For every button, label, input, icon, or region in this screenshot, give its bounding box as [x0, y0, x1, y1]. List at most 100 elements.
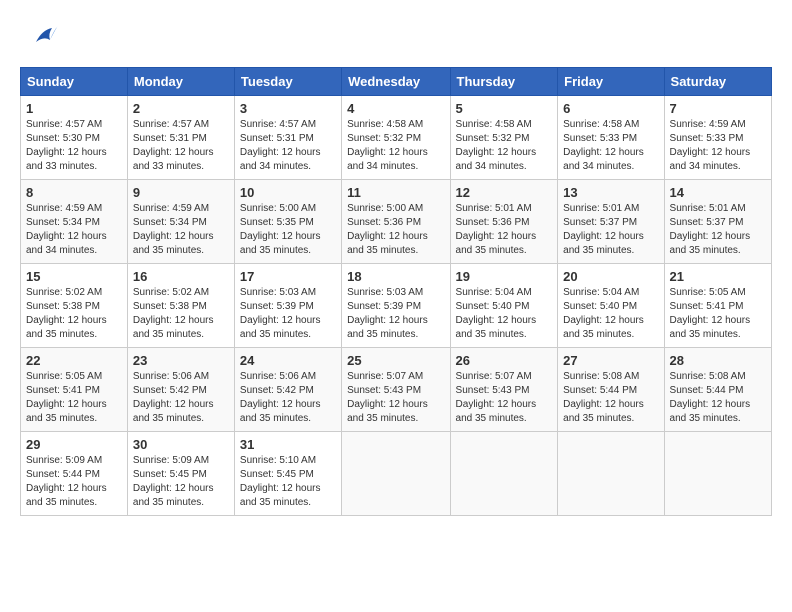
- day-number: 15: [26, 269, 122, 284]
- day-number: 14: [670, 185, 766, 200]
- calendar-cell: 27 Sunrise: 5:08 AMSunset: 5:44 PMDaylig…: [558, 348, 664, 432]
- day-info: Sunrise: 5:05 AMSunset: 5:41 PMDaylight:…: [26, 371, 107, 424]
- calendar-cell: 6 Sunrise: 4:58 AMSunset: 5:33 PMDayligh…: [558, 96, 664, 180]
- calendar-cell: 1 Sunrise: 4:57 AMSunset: 5:30 PMDayligh…: [21, 96, 128, 180]
- day-number: 8: [26, 185, 122, 200]
- day-number: 17: [240, 269, 336, 284]
- weekday-header-thursday: Thursday: [450, 68, 558, 96]
- day-number: 21: [670, 269, 766, 284]
- calendar-cell: 3 Sunrise: 4:57 AMSunset: 5:31 PMDayligh…: [234, 96, 341, 180]
- calendar-cell: 10 Sunrise: 5:00 AMSunset: 5:35 PMDaylig…: [234, 180, 341, 264]
- day-number: 11: [347, 185, 444, 200]
- day-number: 6: [563, 101, 658, 116]
- weekday-header-wednesday: Wednesday: [342, 68, 450, 96]
- day-info: Sunrise: 5:05 AMSunset: 5:41 PMDaylight:…: [670, 287, 751, 340]
- day-number: 3: [240, 101, 336, 116]
- day-number: 10: [240, 185, 336, 200]
- calendar-cell: 26 Sunrise: 5:07 AMSunset: 5:43 PMDaylig…: [450, 348, 558, 432]
- weekday-header-friday: Friday: [558, 68, 664, 96]
- weekday-header-row: SundayMondayTuesdayWednesdayThursdayFrid…: [21, 68, 772, 96]
- calendar-cell: 12 Sunrise: 5:01 AMSunset: 5:36 PMDaylig…: [450, 180, 558, 264]
- day-number: 22: [26, 353, 122, 368]
- day-number: 29: [26, 437, 122, 452]
- day-info: Sunrise: 5:07 AMSunset: 5:43 PMDaylight:…: [456, 371, 537, 424]
- day-number: 5: [456, 101, 553, 116]
- calendar-week-1: 1 Sunrise: 4:57 AMSunset: 5:30 PMDayligh…: [21, 96, 772, 180]
- day-info: Sunrise: 5:10 AMSunset: 5:45 PMDaylight:…: [240, 455, 321, 508]
- logo: [20, 20, 60, 57]
- day-info: Sunrise: 4:57 AMSunset: 5:30 PMDaylight:…: [26, 119, 107, 172]
- day-number: 13: [563, 185, 658, 200]
- calendar-cell: 15 Sunrise: 5:02 AMSunset: 5:38 PMDaylig…: [21, 264, 128, 348]
- day-info: Sunrise: 4:58 AMSunset: 5:32 PMDaylight:…: [456, 119, 537, 172]
- day-info: Sunrise: 5:02 AMSunset: 5:38 PMDaylight:…: [133, 287, 214, 340]
- day-info: Sunrise: 5:02 AMSunset: 5:38 PMDaylight:…: [26, 287, 107, 340]
- calendar-week-4: 22 Sunrise: 5:05 AMSunset: 5:41 PMDaylig…: [21, 348, 772, 432]
- calendar-cell: 22 Sunrise: 5:05 AMSunset: 5:41 PMDaylig…: [21, 348, 128, 432]
- calendar-week-2: 8 Sunrise: 4:59 AMSunset: 5:34 PMDayligh…: [21, 180, 772, 264]
- day-info: Sunrise: 4:57 AMSunset: 5:31 PMDaylight:…: [133, 119, 214, 172]
- day-info: Sunrise: 4:58 AMSunset: 5:32 PMDaylight:…: [347, 119, 428, 172]
- calendar-table: SundayMondayTuesdayWednesdayThursdayFrid…: [20, 67, 772, 516]
- day-info: Sunrise: 5:01 AMSunset: 5:36 PMDaylight:…: [456, 203, 537, 256]
- day-number: 20: [563, 269, 658, 284]
- calendar-cell: 9 Sunrise: 4:59 AMSunset: 5:34 PMDayligh…: [127, 180, 234, 264]
- day-info: Sunrise: 4:59 AMSunset: 5:33 PMDaylight:…: [670, 119, 751, 172]
- calendar-cell: 29 Sunrise: 5:09 AMSunset: 5:44 PMDaylig…: [21, 432, 128, 516]
- day-number: 26: [456, 353, 553, 368]
- day-info: Sunrise: 5:08 AMSunset: 5:44 PMDaylight:…: [670, 371, 751, 424]
- day-number: 19: [456, 269, 553, 284]
- day-info: Sunrise: 5:03 AMSunset: 5:39 PMDaylight:…: [347, 287, 428, 340]
- calendar-cell: [450, 432, 558, 516]
- day-info: Sunrise: 5:01 AMSunset: 5:37 PMDaylight:…: [563, 203, 644, 256]
- day-info: Sunrise: 4:57 AMSunset: 5:31 PMDaylight:…: [240, 119, 321, 172]
- calendar-cell: 13 Sunrise: 5:01 AMSunset: 5:37 PMDaylig…: [558, 180, 664, 264]
- calendar-week-5: 29 Sunrise: 5:09 AMSunset: 5:44 PMDaylig…: [21, 432, 772, 516]
- day-info: Sunrise: 4:59 AMSunset: 5:34 PMDaylight:…: [133, 203, 214, 256]
- calendar-cell: 17 Sunrise: 5:03 AMSunset: 5:39 PMDaylig…: [234, 264, 341, 348]
- calendar-cell: [558, 432, 664, 516]
- day-info: Sunrise: 5:03 AMSunset: 5:39 PMDaylight:…: [240, 287, 321, 340]
- calendar-cell: 2 Sunrise: 4:57 AMSunset: 5:31 PMDayligh…: [127, 96, 234, 180]
- day-info: Sunrise: 5:00 AMSunset: 5:35 PMDaylight:…: [240, 203, 321, 256]
- calendar-cell: 30 Sunrise: 5:09 AMSunset: 5:45 PMDaylig…: [127, 432, 234, 516]
- day-number: 24: [240, 353, 336, 368]
- day-number: 9: [133, 185, 229, 200]
- day-number: 23: [133, 353, 229, 368]
- day-info: Sunrise: 4:59 AMSunset: 5:34 PMDaylight:…: [26, 203, 107, 256]
- day-info: Sunrise: 5:04 AMSunset: 5:40 PMDaylight:…: [563, 287, 644, 340]
- day-number: 27: [563, 353, 658, 368]
- day-info: Sunrise: 5:06 AMSunset: 5:42 PMDaylight:…: [133, 371, 214, 424]
- calendar-cell: 20 Sunrise: 5:04 AMSunset: 5:40 PMDaylig…: [558, 264, 664, 348]
- day-info: Sunrise: 5:00 AMSunset: 5:36 PMDaylight:…: [347, 203, 428, 256]
- day-number: 31: [240, 437, 336, 452]
- day-number: 28: [670, 353, 766, 368]
- calendar-cell: 11 Sunrise: 5:00 AMSunset: 5:36 PMDaylig…: [342, 180, 450, 264]
- calendar-cell: 23 Sunrise: 5:06 AMSunset: 5:42 PMDaylig…: [127, 348, 234, 432]
- calendar-cell: [342, 432, 450, 516]
- day-number: 25: [347, 353, 444, 368]
- page-header: [20, 20, 772, 57]
- calendar-cell: 21 Sunrise: 5:05 AMSunset: 5:41 PMDaylig…: [664, 264, 771, 348]
- day-number: 16: [133, 269, 229, 284]
- day-number: 18: [347, 269, 444, 284]
- day-info: Sunrise: 5:09 AMSunset: 5:45 PMDaylight:…: [133, 455, 214, 508]
- calendar-cell: 16 Sunrise: 5:02 AMSunset: 5:38 PMDaylig…: [127, 264, 234, 348]
- logo-bird-icon: [28, 20, 60, 57]
- weekday-header-sunday: Sunday: [21, 68, 128, 96]
- day-info: Sunrise: 5:01 AMSunset: 5:37 PMDaylight:…: [670, 203, 751, 256]
- calendar-cell: 4 Sunrise: 4:58 AMSunset: 5:32 PMDayligh…: [342, 96, 450, 180]
- day-number: 2: [133, 101, 229, 116]
- day-info: Sunrise: 5:06 AMSunset: 5:42 PMDaylight:…: [240, 371, 321, 424]
- calendar-cell: 28 Sunrise: 5:08 AMSunset: 5:44 PMDaylig…: [664, 348, 771, 432]
- calendar-cell: 25 Sunrise: 5:07 AMSunset: 5:43 PMDaylig…: [342, 348, 450, 432]
- calendar-cell: 24 Sunrise: 5:06 AMSunset: 5:42 PMDaylig…: [234, 348, 341, 432]
- calendar-cell: 31 Sunrise: 5:10 AMSunset: 5:45 PMDaylig…: [234, 432, 341, 516]
- calendar-cell: 7 Sunrise: 4:59 AMSunset: 5:33 PMDayligh…: [664, 96, 771, 180]
- day-info: Sunrise: 5:09 AMSunset: 5:44 PMDaylight:…: [26, 455, 107, 508]
- day-info: Sunrise: 5:04 AMSunset: 5:40 PMDaylight:…: [456, 287, 537, 340]
- day-number: 30: [133, 437, 229, 452]
- day-number: 4: [347, 101, 444, 116]
- calendar-cell: 18 Sunrise: 5:03 AMSunset: 5:39 PMDaylig…: [342, 264, 450, 348]
- weekday-header-monday: Monday: [127, 68, 234, 96]
